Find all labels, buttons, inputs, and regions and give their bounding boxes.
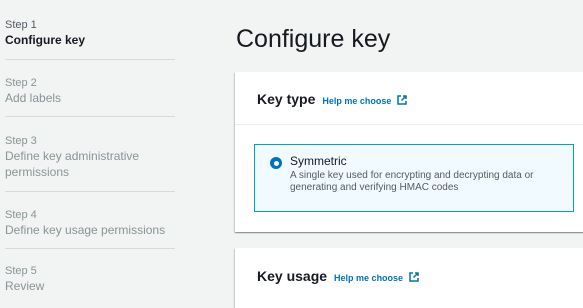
help-me-choose-link[interactable]: Help me choose [322,95,407,106]
key-type-heading: Key type [257,91,316,107]
key-usage-header: Key usage Help me choose [257,268,419,284]
help-link-label: Help me choose [322,96,392,106]
step-number: Step 3 [5,135,37,147]
step-divider [5,191,175,192]
radio-selected-icon[interactable] [270,157,282,169]
help-me-choose-link[interactable]: Help me choose [334,272,419,283]
panel-divider [235,124,583,125]
key-type-header: Key type Help me choose [257,91,407,107]
option-label: Symmetric [290,154,347,168]
help-link-label: Help me choose [334,273,404,283]
step-divider [5,59,175,60]
option-description: A single key used for encrypting and dec… [290,170,534,193]
step-number: Step 4 [5,209,37,221]
step-divider [5,248,175,249]
external-link-icon [408,272,419,282]
step-2[interactable]: Step 2 Add labels [5,76,175,106]
step-name: Review [5,279,45,293]
step-name: Define key usage permissions [5,223,166,237]
step-number: Step 2 [5,77,37,89]
step-3[interactable]: Step 3 Define key administrative permiss… [5,134,175,180]
step-5[interactable]: Step 5 Review [5,264,175,294]
step-name: Define key administrative permissions [5,149,140,179]
step-number: Step 5 [5,265,37,277]
key-usage-heading: Key usage [257,268,328,284]
external-link-icon [397,95,407,105]
step-name: Configure key [5,33,86,47]
step-4[interactable]: Step 4 Define key usage permissions [5,208,175,238]
step-name: Add labels [5,91,62,105]
wizard-steps-nav: Step 1 Configure key Step 2 Add labels S… [0,0,180,298]
symmetric-option[interactable]: Symmetric A single key used for encrypti… [254,144,574,212]
step-divider [5,116,175,117]
page-title: Configure key [236,25,391,53]
step-1[interactable]: Step 1 Configure key [5,18,175,48]
key-usage-panel: Key usage Help me choose [235,248,583,308]
step-number: Step 1 [5,19,37,31]
key-type-panel: Key type Help me choose Symmetric A sing… [235,72,583,232]
